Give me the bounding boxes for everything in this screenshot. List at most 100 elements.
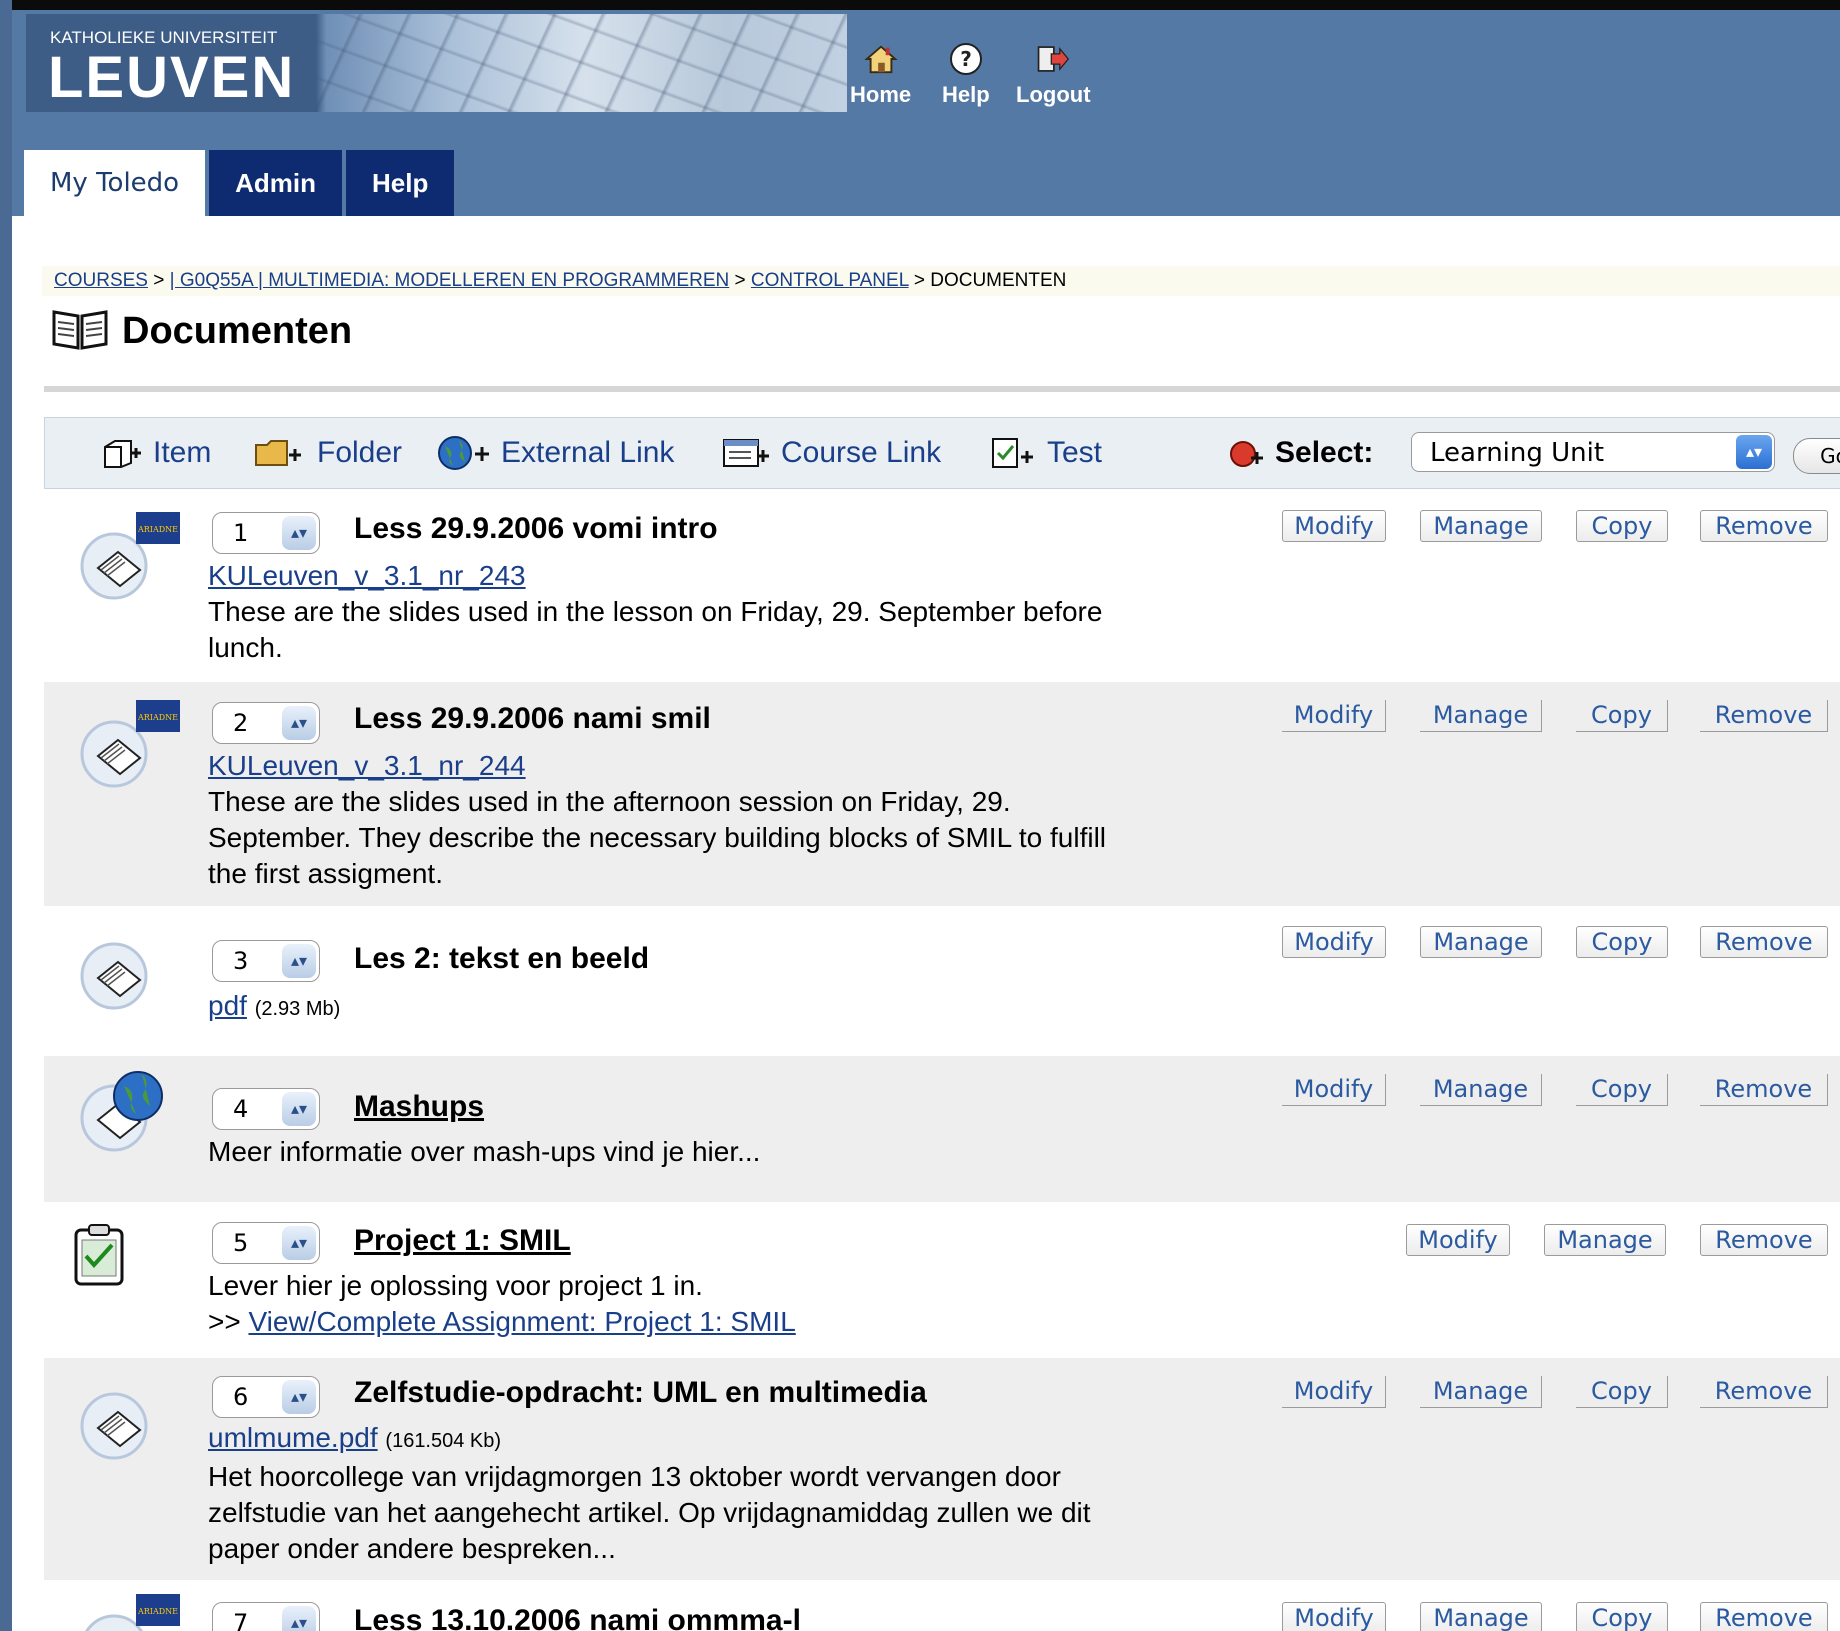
nav-logout[interactable]: Logout bbox=[1016, 42, 1091, 108]
row-link[interactable]: umlmume.pdf bbox=[208, 1422, 378, 1453]
order-select[interactable]: 6 ▴▾ bbox=[212, 1376, 320, 1418]
add-external-link-button[interactable]: External Link bbox=[435, 418, 674, 488]
ariadne-document-icon: ARIADNE bbox=[74, 1590, 184, 1631]
copy-button[interactable]: Copy bbox=[1576, 1602, 1668, 1631]
ariadne-document-icon: ARIADNE bbox=[74, 508, 184, 613]
book-icon bbox=[50, 306, 110, 357]
remove-button[interactable]: Remove bbox=[1700, 700, 1828, 732]
modify-button[interactable]: Modify bbox=[1282, 1376, 1386, 1408]
row-body: Meer informatie over mash-ups vind je hi… bbox=[208, 1134, 1268, 1170]
order-stepper-icon: ▴▾ bbox=[282, 1092, 316, 1126]
logo-stone-texture bbox=[316, 14, 847, 112]
order-select[interactable]: 1 ▴▾ bbox=[212, 512, 320, 554]
nav-home[interactable]: Home bbox=[850, 42, 911, 108]
row-description-line: zelfstudie van het aangehecht artikel. O… bbox=[208, 1497, 1091, 1528]
order-value: 2 bbox=[233, 709, 249, 737]
remove-button[interactable]: Remove bbox=[1700, 1074, 1828, 1106]
ariadne-document-icon: ARIADNE bbox=[74, 696, 184, 801]
order-stepper-icon: ▴▾ bbox=[282, 1226, 316, 1260]
manage-button[interactable]: Manage bbox=[1420, 926, 1542, 958]
view-assignment-link[interactable]: View/Complete Assignment: Project 1: SMI… bbox=[248, 1306, 795, 1337]
tab-admin[interactable]: Admin bbox=[209, 150, 342, 216]
order-stepper-icon: ▴▾ bbox=[282, 1380, 316, 1414]
page-title-block: Documenten bbox=[50, 306, 352, 357]
remove-button[interactable]: Remove bbox=[1700, 926, 1828, 958]
add-folder-button[interactable]: Folder bbox=[253, 418, 402, 488]
tab-my-toledo[interactable]: My Toledo bbox=[24, 150, 206, 216]
document-icon bbox=[74, 1368, 184, 1473]
row-title: Les 2: tekst en beeld bbox=[354, 942, 650, 975]
row-link[interactable]: pdf bbox=[208, 990, 247, 1021]
modify-button[interactable]: Modify bbox=[1282, 1602, 1386, 1631]
manage-button[interactable]: Manage bbox=[1420, 700, 1542, 732]
add-course-link-button[interactable]: Course Link bbox=[721, 418, 941, 488]
row-title: Zelfstudie-opdracht: UML en multimedia bbox=[354, 1376, 927, 1409]
modify-button[interactable]: Modify bbox=[1282, 510, 1386, 542]
add-item-button[interactable]: Item bbox=[101, 418, 211, 488]
add-folder-label: Folder bbox=[317, 436, 403, 469]
order-stepper-icon: ▴▾ bbox=[282, 516, 316, 550]
breadcrumb-separator: > bbox=[734, 270, 746, 291]
manage-button[interactable]: Manage bbox=[1420, 1074, 1542, 1106]
go-button[interactable]: Go bbox=[1793, 438, 1840, 474]
kuleuven-logo[interactable]: KATHOLIEKE UNIVERSITEIT LEUVEN bbox=[26, 14, 847, 112]
row-link[interactable]: KULeuven_v_3.1_nr_244 bbox=[208, 750, 526, 781]
order-stepper-icon: ▴▾ bbox=[282, 1606, 316, 1631]
remove-button[interactable]: Remove bbox=[1700, 510, 1828, 542]
copy-button[interactable]: Copy bbox=[1576, 926, 1668, 958]
external-link-icon bbox=[74, 1060, 184, 1165]
main-tabs: My Toledo Admin Help bbox=[24, 150, 458, 216]
row-title: Less 13.10.2006 nami ommma-l bbox=[354, 1604, 801, 1631]
order-value: 6 bbox=[233, 1383, 249, 1411]
row-description-line: These are the slides used in the lesson … bbox=[208, 596, 1103, 627]
modify-button[interactable]: Modify bbox=[1282, 700, 1386, 732]
manage-button[interactable]: Manage bbox=[1420, 1376, 1542, 1408]
copy-button[interactable]: Copy bbox=[1576, 1376, 1668, 1408]
nav-home-label: Home bbox=[850, 82, 912, 107]
manage-button[interactable]: Manage bbox=[1420, 1602, 1542, 1631]
breadcrumb-course[interactable]: | G0Q55A | MULTIMEDIA: MODELLEREN EN PRO… bbox=[170, 270, 730, 291]
remove-button[interactable]: Remove bbox=[1700, 1602, 1828, 1631]
link-prefix: >> bbox=[208, 1306, 241, 1337]
breadcrumb-courses[interactable]: COURSES bbox=[54, 270, 148, 291]
select-label: Select: bbox=[1275, 436, 1374, 469]
tab-help[interactable]: Help bbox=[345, 150, 455, 216]
copy-button[interactable]: Copy bbox=[1576, 700, 1668, 732]
home-icon bbox=[863, 42, 898, 76]
add-external-link-label: External Link bbox=[501, 436, 675, 469]
breadcrumb-control-panel[interactable]: CONTROL PANEL bbox=[751, 270, 909, 291]
nav-help[interactable]: ? Help bbox=[942, 42, 990, 108]
order-value: 1 bbox=[233, 519, 249, 547]
breadcrumb-current: DOCUMENTEN bbox=[930, 270, 1067, 291]
order-select[interactable]: 7 ▴▾ bbox=[212, 1602, 320, 1631]
manage-button[interactable]: Manage bbox=[1420, 510, 1542, 542]
modify-button[interactable]: Modify bbox=[1282, 1074, 1386, 1106]
manage-button[interactable]: Manage bbox=[1544, 1224, 1666, 1256]
row-title-link[interactable]: Project 1: SMIL bbox=[354, 1224, 571, 1258]
add-test-button[interactable]: Test bbox=[989, 418, 1102, 488]
row-description-line: Meer informatie over mash-ups vind je hi… bbox=[208, 1136, 761, 1167]
row-link[interactable]: KULeuven_v_3.1_nr_243 bbox=[208, 560, 526, 591]
content-type-select[interactable]: Learning Unit ▴▾ bbox=[1411, 432, 1775, 472]
remove-button[interactable]: Remove bbox=[1700, 1224, 1828, 1256]
copy-button[interactable]: Copy bbox=[1576, 1074, 1668, 1106]
nav-logout-label: Logout bbox=[1016, 82, 1091, 107]
globe-add-icon bbox=[435, 434, 493, 472]
course-link-icon bbox=[721, 436, 773, 470]
modify-button[interactable]: Modify bbox=[1406, 1224, 1510, 1256]
page-title: Documenten bbox=[122, 310, 353, 352]
copy-button[interactable]: Copy bbox=[1576, 510, 1668, 542]
order-select[interactable]: 2 ▴▾ bbox=[212, 702, 320, 744]
remove-button[interactable]: Remove bbox=[1700, 1376, 1828, 1408]
order-value: 3 bbox=[233, 947, 249, 975]
action-bar: Item Folder External Link Course Link Te… bbox=[44, 417, 1840, 489]
help-icon: ? bbox=[949, 42, 983, 76]
page: KATHOLIEKE UNIVERSITEIT LEUVEN Home ? He… bbox=[0, 0, 1840, 1631]
order-select[interactable]: 3 ▴▾ bbox=[212, 940, 320, 982]
row-body: KULeuven_v_3.1_nr_244 These are the slid… bbox=[208, 748, 1268, 892]
row-title-link[interactable]: Mashups bbox=[354, 1090, 484, 1124]
modify-button[interactable]: Modify bbox=[1282, 926, 1386, 958]
svg-text:?: ? bbox=[960, 47, 972, 71]
order-select[interactable]: 5 ▴▾ bbox=[212, 1222, 320, 1264]
order-select[interactable]: 4 ▴▾ bbox=[212, 1088, 320, 1130]
